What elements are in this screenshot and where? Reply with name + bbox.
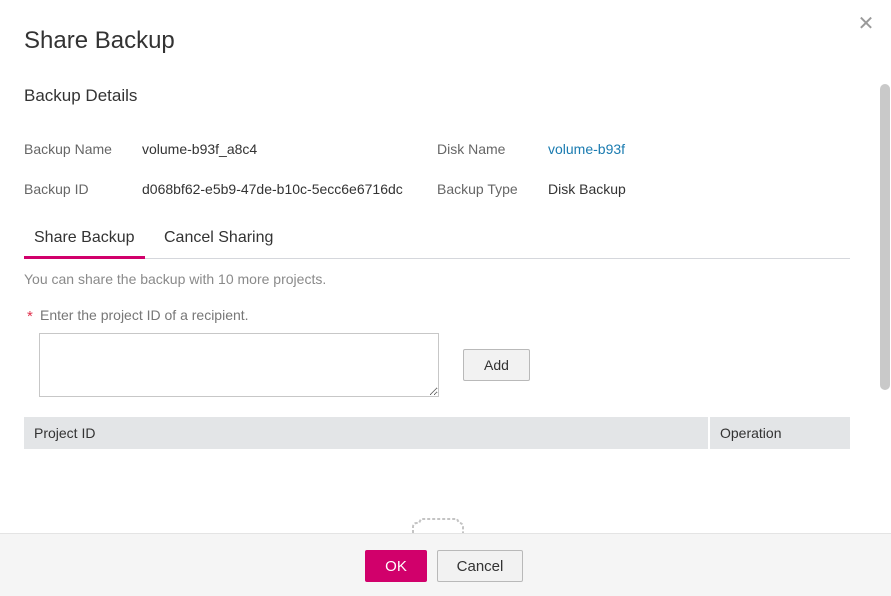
cancel-button[interactable]: Cancel: [437, 550, 523, 582]
scrollbar-thumb[interactable]: [880, 84, 890, 390]
required-mark: *: [27, 308, 33, 325]
disk-name-link[interactable]: volume-b93f: [548, 141, 625, 157]
backup-type-row: Backup Type: [437, 181, 518, 197]
scrollbar[interactable]: [879, 84, 891, 390]
tab-bar: Share Backup Cancel Sharing: [24, 222, 850, 259]
close-icon[interactable]: ✕: [856, 14, 876, 34]
backup-name-label: Backup Name: [24, 141, 112, 157]
project-id-input[interactable]: [39, 333, 439, 397]
share-backup-dialog: ✕ Share Backup Backup Details Backup Nam…: [0, 0, 891, 596]
empty-box-icon: [412, 518, 464, 533]
disk-name-row: Disk Name: [437, 141, 505, 157]
project-table-header: Project ID Operation: [24, 417, 850, 449]
backup-name-value: volume-b93f_a8c4: [142, 141, 258, 157]
backup-type-label: Backup Type: [437, 181, 518, 197]
disk-name-label: Disk Name: [437, 141, 506, 157]
backup-id-value: d068bf62-e5b9-47de-b10c-5ecc6e6716dc: [142, 181, 403, 197]
project-id-label: Enter the project ID of a recipient.: [40, 307, 249, 323]
disk-name-value-wrap: volume-b93f: [548, 141, 625, 157]
share-quota-hint: You can share the backup with 10 more pr…: [24, 271, 327, 287]
backup-id-value-wrap: d068bf62-e5b9-47de-b10c-5ecc6e6716dc: [142, 181, 403, 197]
column-header-operation: Operation: [720, 425, 782, 441]
backup-id-label: Backup ID: [24, 181, 89, 197]
ok-button[interactable]: OK: [365, 550, 427, 582]
add-button[interactable]: Add: [463, 349, 530, 381]
backup-type-value-wrap: Disk Backup: [548, 181, 626, 197]
backup-name-value-wrap: volume-b93f_a8c4: [142, 141, 257, 157]
column-header-project-id: Project ID: [34, 425, 96, 441]
tab-share-backup[interactable]: Share Backup: [24, 222, 145, 259]
dialog-footer: OK Cancel: [0, 533, 891, 596]
backup-type-value: Disk Backup: [548, 181, 626, 197]
backup-name-row: Backup Name: [24, 141, 112, 157]
column-divider: [708, 417, 710, 449]
backup-id-row: Backup ID: [24, 181, 89, 197]
tab-cancel-sharing[interactable]: Cancel Sharing: [154, 222, 283, 258]
dialog-title: Share Backup: [24, 27, 175, 54]
section-title-backup-details: Backup Details: [24, 86, 138, 105]
